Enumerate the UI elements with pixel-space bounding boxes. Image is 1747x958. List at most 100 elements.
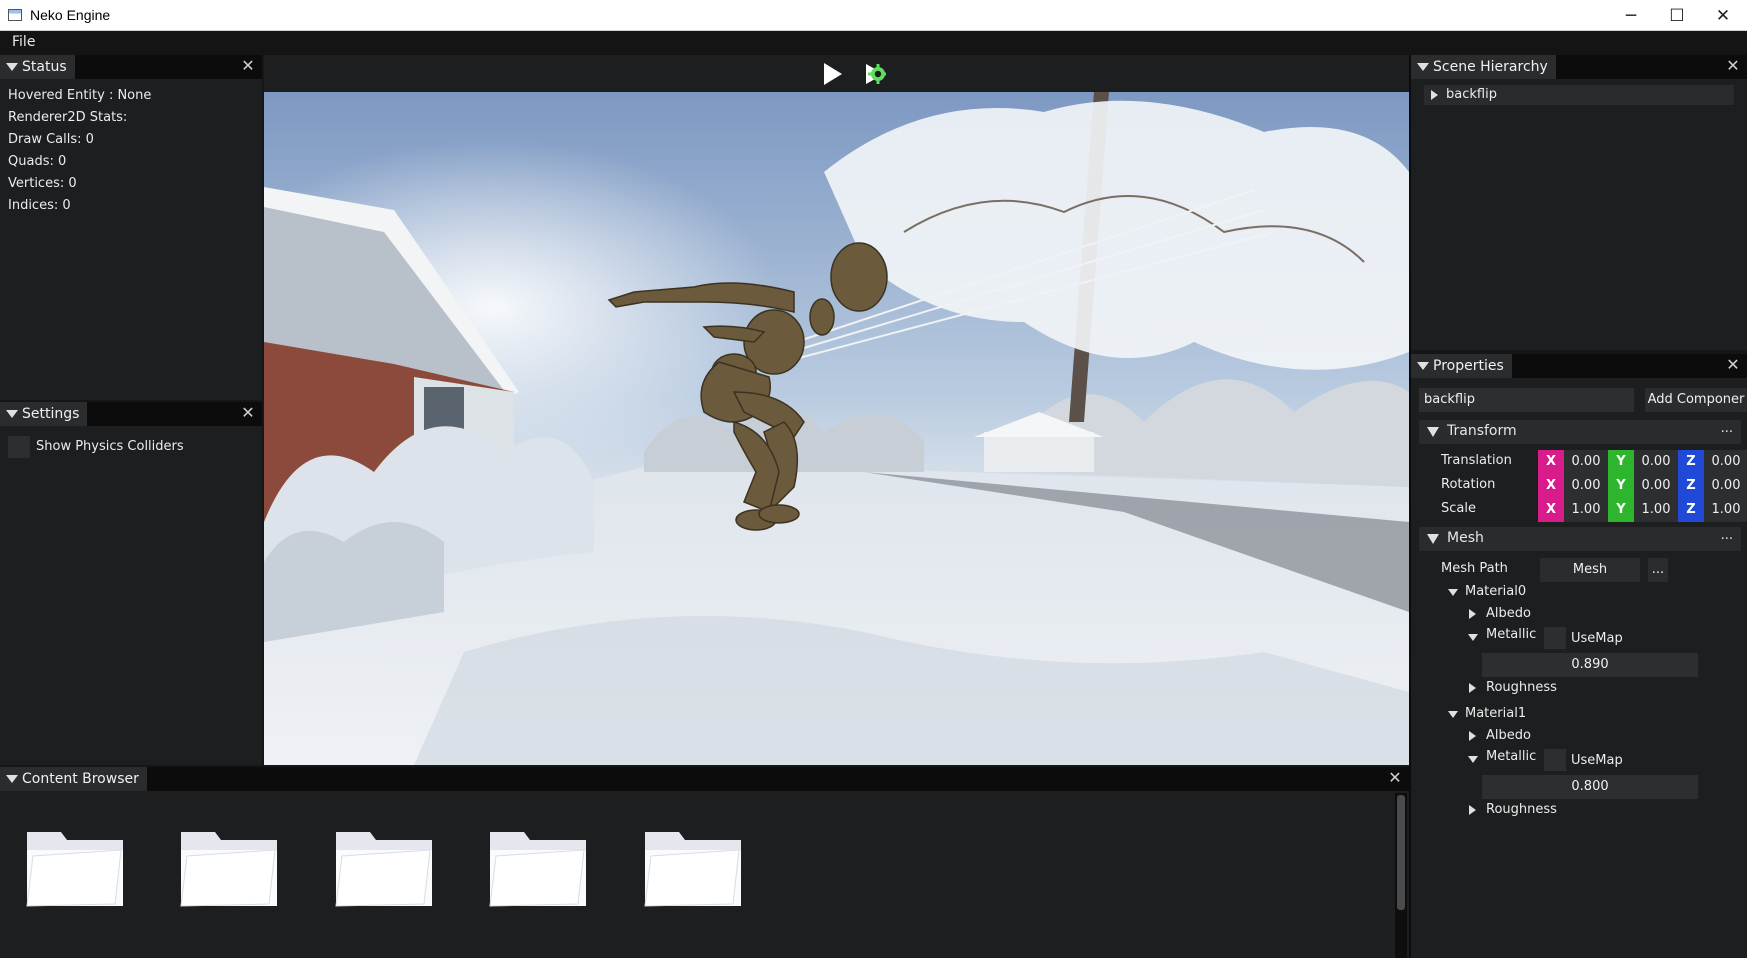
mesh-browse-button[interactable]: ... (1648, 558, 1668, 582)
menu-bar: File (0, 31, 1747, 55)
tab-status[interactable]: Status (0, 55, 75, 79)
rotation-z-field[interactable]: 0.00 (1704, 474, 1747, 498)
material1-roughness-label[interactable]: Roughness (1486, 802, 1557, 817)
close-icon[interactable]: ✕ (240, 58, 256, 74)
status-tab-label: Status (22, 59, 67, 75)
status-tabbar: Status ✕ (0, 55, 262, 79)
scene-render-image (264, 92, 1409, 765)
rotation-label: Rotation (1441, 477, 1496, 492)
material0-roughness-label[interactable]: Roughness (1486, 680, 1557, 695)
translation-z-button[interactable]: Z (1678, 450, 1704, 474)
window-title: Neko Engine (30, 7, 111, 23)
collapse-arrow-icon[interactable] (1427, 427, 1439, 437)
expand-arrow-icon[interactable] (1469, 731, 1476, 741)
status-vertices: Vertices: 0 (8, 176, 77, 191)
material1-usemap-checkbox[interactable] (1544, 749, 1566, 771)
scrollbar-thumb[interactable] (1397, 795, 1405, 910)
material0-label[interactable]: Material0 (1465, 584, 1526, 599)
material1-metallic-label[interactable]: Metallic (1486, 749, 1536, 764)
material0-usemap-label: UseMap (1571, 631, 1623, 646)
tab-settings[interactable]: Settings (0, 402, 88, 426)
settings-body: Show Physics Colliders (0, 426, 262, 765)
transform-section-header[interactable]: Transform ... (1419, 420, 1741, 444)
expand-arrow-icon[interactable] (1448, 589, 1458, 596)
simulate-icon[interactable] (864, 63, 886, 85)
scale-z-field[interactable]: 1.00 (1704, 498, 1747, 522)
expand-arrow-icon[interactable] (1468, 634, 1478, 641)
expand-arrow-icon[interactable] (1469, 805, 1476, 815)
rotation-y-field[interactable]: 0.00 (1634, 474, 1678, 498)
translation-x-button[interactable]: X (1538, 450, 1564, 474)
panel-splitter[interactable] (1409, 55, 1411, 958)
tab-properties[interactable]: Properties (1411, 354, 1512, 378)
mesh-more-button[interactable]: ... (1721, 528, 1733, 543)
material1-label[interactable]: Material1 (1465, 706, 1526, 721)
scene-viewport[interactable] (264, 92, 1409, 765)
play-icon[interactable] (824, 63, 842, 85)
rotation-y-button[interactable]: Y (1608, 474, 1634, 498)
scale-label: Scale (1441, 501, 1476, 516)
tab-content-browser[interactable]: Content Browser (0, 767, 147, 791)
collapse-arrow-icon[interactable] (1417, 63, 1429, 71)
folder-icon[interactable] (334, 828, 434, 908)
tab-scene-hierarchy[interactable]: Scene Hierarchy (1411, 55, 1556, 79)
maximize-button[interactable]: ☐ (1654, 0, 1700, 31)
translation-label: Translation (1441, 453, 1512, 468)
settings-panel: Settings ✕ Show Physics Colliders (0, 402, 262, 765)
material0-usemap-checkbox[interactable] (1544, 627, 1566, 649)
material1-metallic-value[interactable]: 0.800 (1482, 775, 1698, 799)
menu-file[interactable]: File (12, 34, 35, 50)
expand-arrow-icon[interactable] (1431, 90, 1438, 100)
collapse-arrow-icon[interactable] (6, 410, 18, 418)
content-browser-scrollbar[interactable] (1395, 793, 1407, 958)
entity-name-field[interactable]: backflip (1419, 388, 1634, 412)
rotation-x-button[interactable]: X (1538, 474, 1564, 498)
rotation-z-button[interactable]: Z (1678, 474, 1704, 498)
status-quads: Quads: 0 (8, 154, 67, 169)
transform-more-button[interactable]: ... (1721, 421, 1733, 436)
close-window-button[interactable]: ✕ (1700, 0, 1746, 31)
add-component-button[interactable]: Add Componer (1645, 388, 1747, 412)
close-icon[interactable]: ✕ (240, 405, 256, 421)
rotation-x-field[interactable]: 0.00 (1564, 474, 1608, 498)
collapse-arrow-icon[interactable] (1417, 362, 1429, 370)
translation-y-button[interactable]: Y (1608, 450, 1634, 474)
scale-z-button[interactable]: Z (1678, 498, 1704, 522)
mesh-path-button[interactable]: Mesh (1540, 558, 1640, 582)
expand-arrow-icon[interactable] (1448, 711, 1458, 718)
scale-y-button[interactable]: Y (1608, 498, 1634, 522)
scale-x-field[interactable]: 1.00 (1564, 498, 1608, 522)
folder-icon[interactable] (179, 828, 279, 908)
mesh-section-header[interactable]: Mesh ... (1419, 527, 1741, 551)
expand-arrow-icon[interactable] (1468, 756, 1478, 763)
folder-icon[interactable] (643, 828, 743, 908)
close-icon[interactable]: ✕ (1725, 58, 1741, 74)
scene-hierarchy-panel: Scene Hierarchy ✕ backflip (1411, 55, 1747, 350)
material0-albedo-label[interactable]: Albedo (1486, 606, 1531, 621)
translation-x-field[interactable]: 0.00 (1564, 450, 1608, 474)
entity-node-backflip[interactable]: backflip (1424, 85, 1734, 105)
expand-arrow-icon[interactable] (1469, 609, 1476, 619)
translation-z-field[interactable]: 0.00 (1704, 450, 1747, 474)
settings-tab-label: Settings (22, 406, 80, 422)
settings-tabbar: Settings ✕ (0, 402, 262, 426)
scale-x-button[interactable]: X (1538, 498, 1564, 522)
show-physics-colliders-checkbox[interactable] (8, 436, 30, 458)
transform-header-label: Transform (1447, 423, 1517, 439)
content-browser-panel: Content Browser ✕ fonts models scenes sh… (0, 767, 1409, 958)
expand-arrow-icon[interactable] (1469, 683, 1476, 693)
material0-metallic-value[interactable]: 0.890 (1482, 653, 1698, 677)
close-icon[interactable]: ✕ (1725, 357, 1741, 373)
material0-metallic-label[interactable]: Metallic (1486, 627, 1536, 642)
collapse-arrow-icon[interactable] (6, 63, 18, 71)
show-physics-colliders-label: Show Physics Colliders (36, 439, 184, 454)
folder-icon[interactable] (488, 828, 588, 908)
scale-y-field[interactable]: 1.00 (1634, 498, 1678, 522)
material1-albedo-label[interactable]: Albedo (1486, 728, 1531, 743)
minimize-button[interactable]: ─ (1608, 0, 1654, 31)
collapse-arrow-icon[interactable] (1427, 534, 1439, 544)
close-icon[interactable]: ✕ (1387, 770, 1403, 786)
translation-y-field[interactable]: 0.00 (1634, 450, 1678, 474)
collapse-arrow-icon[interactable] (6, 775, 18, 783)
folder-icon[interactable] (25, 828, 125, 908)
